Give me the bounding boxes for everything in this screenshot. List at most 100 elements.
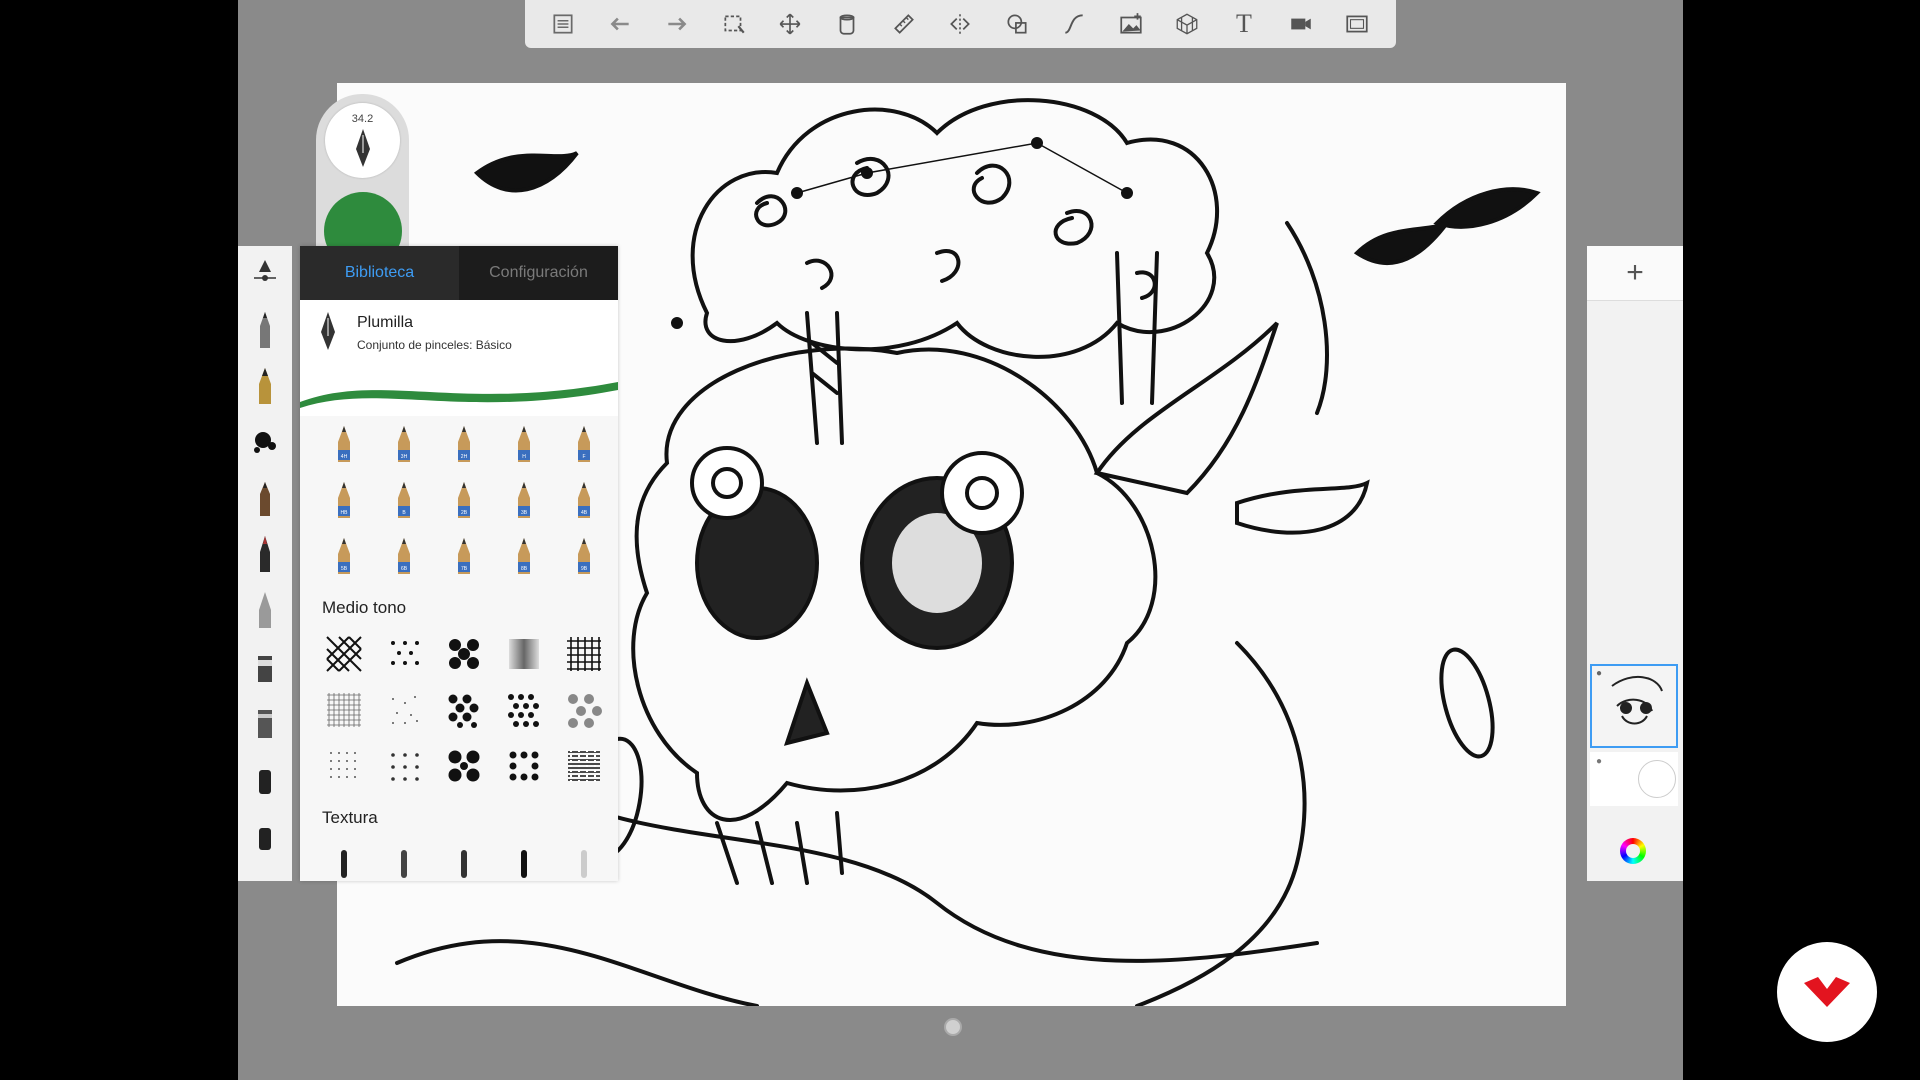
layer-thumbnail-1[interactable]: ● [1590, 664, 1678, 748]
stroke-preview [300, 362, 618, 416]
pencil-brush-6b[interactable]: 6B [374, 528, 434, 584]
ink-brush-icon[interactable] [238, 526, 292, 582]
top-toolbar: T [525, 0, 1396, 48]
pencil-brush-icon[interactable] [238, 302, 292, 358]
halftone-pattern-icon [449, 639, 479, 669]
symmetry-icon[interactable] [942, 6, 978, 42]
brush-set-label: Conjunto de pinceles: Básico [357, 338, 512, 352]
halftone-brush-dense-dots[interactable] [494, 738, 554, 794]
text-icon[interactable]: T [1226, 6, 1262, 42]
pencil-icon: 2H [458, 426, 470, 462]
pencil-icon: 9B [578, 538, 590, 574]
halftone-brush-fine-grid[interactable] [314, 682, 374, 738]
transform-icon[interactable] [772, 6, 808, 42]
pencil-grade-label: 3B [521, 510, 528, 516]
pencil-brush-3h[interactable]: 3H [374, 416, 434, 472]
halftone-brush-sparse-dots[interactable] [374, 682, 434, 738]
brush-strip [238, 246, 292, 881]
fill-icon[interactable] [829, 6, 865, 42]
texture-stroke-icon [401, 850, 407, 878]
add-layer-button[interactable]: + [1587, 246, 1683, 301]
halftone-brush-gradient-blur[interactable] [494, 626, 554, 682]
halftone-brush-dots-large[interactable] [434, 626, 494, 682]
splatter-brush-icon[interactable] [238, 414, 292, 470]
section-halftone: Medio tono [322, 598, 407, 617]
halftone-brush-grid[interactable] [554, 626, 614, 682]
pencil-brush-4b[interactable]: 4B [554, 472, 614, 528]
fullscreen-icon[interactable] [1339, 6, 1375, 42]
canvas-handle-icon[interactable] [944, 1018, 962, 1036]
halftone-brush-big-dots[interactable] [434, 682, 494, 738]
halftone-pattern-icon [391, 641, 419, 665]
pencil-brush-4h[interactable]: 4H [314, 416, 374, 472]
brand-logo-icon [1804, 977, 1850, 1007]
halftone-brush-grid [300, 626, 618, 794]
color-wheel-icon[interactable] [1620, 838, 1646, 864]
nib-pen-icon [321, 312, 335, 350]
pencil-brush-h[interactable]: H [494, 416, 554, 472]
brush-size-dial[interactable]: 34.2 [325, 103, 400, 178]
image-icon[interactable] [1113, 6, 1149, 42]
layer-thumbnail-2[interactable]: ● [1590, 752, 1678, 806]
halftone-brush-stars[interactable] [374, 626, 434, 682]
texture-brush-2[interactable] [374, 836, 434, 892]
pencil-brush-2b[interactable]: 2B [434, 472, 494, 528]
halftone-brush-tiny-dots[interactable] [314, 738, 374, 794]
flat-brush-icon[interactable] [238, 694, 292, 750]
halftone-pattern-icon [509, 639, 539, 669]
halftone-brush-noise[interactable] [554, 738, 614, 794]
brand-logo-button[interactable] [1777, 942, 1877, 1042]
tab-settings[interactable]: Configuración [459, 246, 618, 300]
airbrush-icon[interactable] [238, 582, 292, 638]
nib-brush-icon[interactable] [238, 358, 292, 414]
pencil-brush-f[interactable]: F [554, 416, 614, 472]
texture-brush-grid [300, 836, 618, 892]
undo-icon[interactable] [602, 6, 638, 42]
pencil-brush-7b[interactable]: 7B [434, 528, 494, 584]
halftone-brush-bold-dots[interactable] [434, 738, 494, 794]
brush-library-panel: Biblioteca Configuración Plumilla Conjun… [300, 246, 618, 881]
shapes-icon[interactable] [999, 6, 1035, 42]
selection-icon[interactable] [716, 6, 752, 42]
halftone-brush-soft-dots[interactable] [554, 682, 614, 738]
eye-icon[interactable]: ● [1596, 668, 1602, 679]
pencil-grade-label: 3H [401, 454, 408, 460]
halftone-pattern-icon [391, 753, 419, 781]
halftone-brush-crosshatch[interactable] [314, 626, 374, 682]
chisel-brush-icon[interactable] [238, 638, 292, 694]
texture-brush-4[interactable] [494, 836, 554, 892]
texture-brush-3[interactable] [434, 836, 494, 892]
selected-brush-info[interactable]: Plumilla Conjunto de pinceles: Básico [300, 300, 618, 362]
nib-pen-icon [356, 129, 370, 167]
pencil-icon: 8B [518, 538, 530, 574]
text-tool-glyph: T [1236, 9, 1252, 38]
record-icon[interactable] [1283, 6, 1319, 42]
pencil-brush-b[interactable]: B [374, 472, 434, 528]
ruler-icon[interactable] [886, 6, 922, 42]
list-icon[interactable] [545, 6, 581, 42]
pencil-brush-hb[interactable]: HB [314, 472, 374, 528]
brush-size-puck[interactable]: 34.2 [316, 94, 409, 270]
halftone-pattern-icon [330, 752, 356, 778]
halftone-brush-small-dots[interactable] [374, 738, 434, 794]
pencil-brush-2h[interactable]: 2H [434, 416, 494, 472]
eraser-hard-icon[interactable] [238, 750, 292, 806]
pencil-brush-8b[interactable]: 8B [494, 528, 554, 584]
strip-handle-icon[interactable] [238, 246, 292, 302]
curve-icon[interactable] [1056, 6, 1092, 42]
pencil-brush-9b[interactable]: 9B [554, 528, 614, 584]
eraser-soft-icon[interactable] [238, 806, 292, 862]
texture-brush-1[interactable] [314, 836, 374, 892]
redo-icon[interactable] [659, 6, 695, 42]
pencil-grade-label: 7B [461, 566, 468, 572]
pencil-grade-label: 5B [341, 566, 348, 572]
texture-brush-5[interactable] [554, 836, 614, 892]
tab-library[interactable]: Biblioteca [300, 246, 459, 300]
eye-icon[interactable]: ● [1596, 756, 1602, 767]
marker-brush-icon[interactable] [238, 470, 292, 526]
halftone-brush-medium-dots[interactable] [494, 682, 554, 738]
pencil-brush-3b[interactable]: 3B [494, 472, 554, 528]
pencil-icon: 4H [338, 426, 350, 462]
perspective-icon[interactable] [1169, 6, 1205, 42]
pencil-brush-5b[interactable]: 5B [314, 528, 374, 584]
